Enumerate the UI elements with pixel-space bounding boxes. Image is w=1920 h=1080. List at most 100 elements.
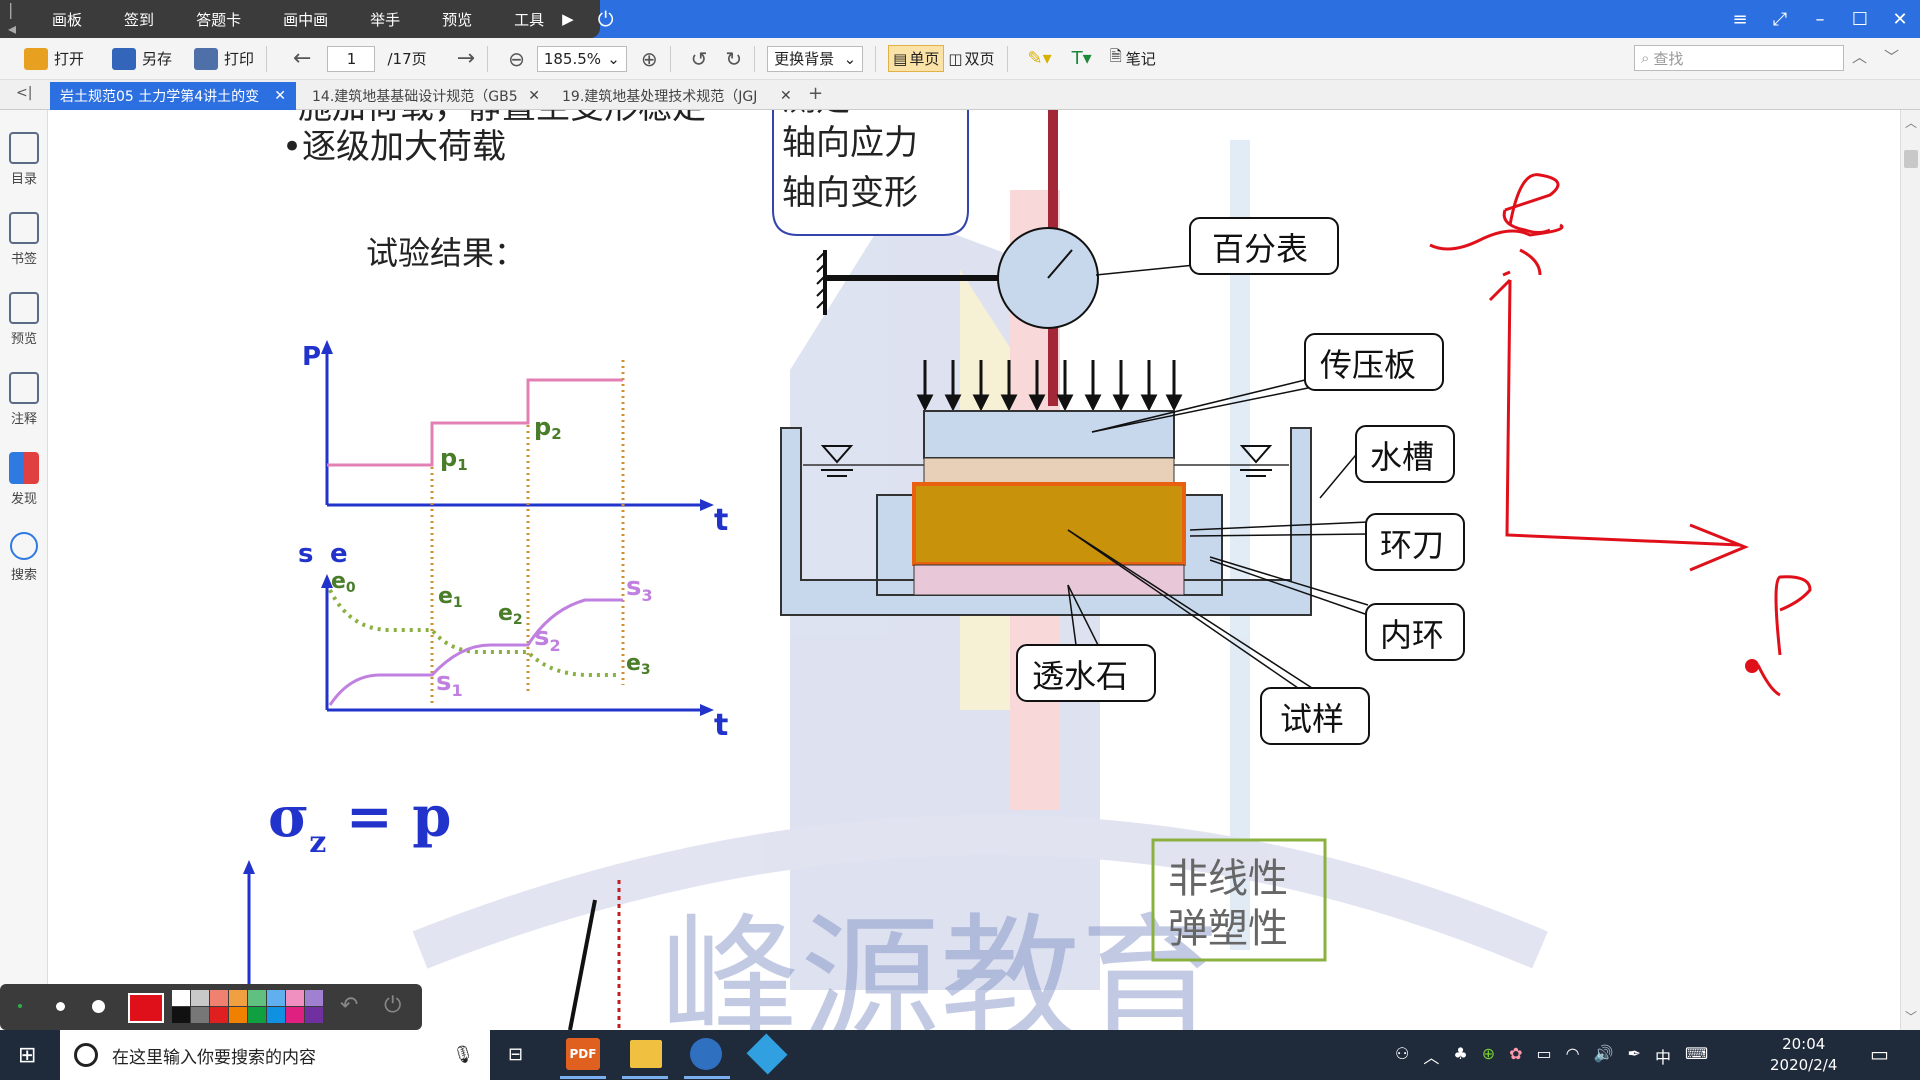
vertical-scrollbar[interactable]: ︿ ﹀ bbox=[1900, 110, 1920, 1030]
sidebar-item-toc[interactable]: 目录 bbox=[0, 132, 48, 187]
pdf-app-icon[interactable]: PDF bbox=[566, 1038, 600, 1070]
search-input[interactable]: ⌕ 查找 bbox=[1634, 45, 1844, 71]
zoom-in-icon[interactable]: ⊕ bbox=[641, 47, 658, 71]
fullscreen-icon[interactable]: ⤢ bbox=[1760, 9, 1800, 30]
pen-size-medium[interactable] bbox=[56, 1002, 65, 1011]
tray-flower-icon[interactable]: ✿ bbox=[1509, 1044, 1522, 1068]
tab-treatment-code[interactable]: 19.建筑地基处理技术规范（JGJ ✕ bbox=[552, 82, 802, 110]
minimize-button[interactable]: – bbox=[1800, 9, 1840, 30]
play-icon[interactable]: ▶ bbox=[562, 10, 574, 28]
search-down-icon[interactable]: ﹀ bbox=[1884, 46, 1899, 67]
color-swatch[interactable] bbox=[286, 1007, 304, 1023]
sidebar-item-bookmarks[interactable]: 书签 bbox=[0, 212, 48, 267]
color-swatch[interactable] bbox=[210, 990, 228, 1006]
file-explorer-icon[interactable] bbox=[630, 1040, 662, 1068]
preview-icon bbox=[9, 292, 39, 324]
color-swatch[interactable] bbox=[172, 990, 190, 1006]
color-swatch[interactable] bbox=[248, 990, 266, 1006]
tab-soil-mechanics[interactable]: 岩土规范05 土力学第4讲土的变 ✕ bbox=[50, 82, 296, 110]
change-background-select[interactable]: 更换背景 ⌄ bbox=[767, 45, 864, 72]
search-up-icon[interactable]: ︿ bbox=[1852, 46, 1867, 67]
pen-icon[interactable]: ✒ bbox=[1628, 1044, 1641, 1068]
scroll-thumb[interactable] bbox=[1904, 150, 1918, 168]
tab-foundation-code[interactable]: 14.建筑地基基础设计规范（GB5 ✕ bbox=[302, 82, 550, 110]
menu-preview[interactable]: 预览 bbox=[442, 9, 472, 30]
ime-indicator[interactable]: 中 bbox=[1655, 1044, 1671, 1068]
undo-icon[interactable]: ↶ bbox=[340, 993, 358, 1018]
color-swatch[interactable] bbox=[191, 990, 209, 1006]
highlighter-icon[interactable]: ✎▾ bbox=[1028, 48, 1052, 69]
next-page-icon[interactable]: → bbox=[457, 46, 475, 71]
color-swatch[interactable] bbox=[305, 1007, 323, 1023]
maximize-button[interactable]: ☐ bbox=[1840, 9, 1880, 30]
new-tab-icon[interactable]: + bbox=[808, 83, 823, 104]
pen-size-small[interactable] bbox=[18, 1004, 22, 1008]
color-swatch[interactable] bbox=[210, 1007, 228, 1023]
notes-button[interactable]: 🗎 笔记 bbox=[1110, 46, 1156, 71]
battery-icon[interactable]: ▭ bbox=[1537, 1044, 1552, 1068]
clock[interactable]: 20:04 2020/2/4 bbox=[1770, 1034, 1837, 1076]
close-tab-icon[interactable]: ✕ bbox=[780, 88, 792, 104]
open-button[interactable]: 打开 bbox=[24, 47, 84, 70]
tray-plus-icon[interactable]: ⊕ bbox=[1482, 1044, 1495, 1068]
tray-app-icon[interactable]: ♣ bbox=[1453, 1044, 1467, 1068]
save-as-button[interactable]: 另存 bbox=[112, 47, 172, 70]
text-color-icon[interactable]: T▾ bbox=[1072, 48, 1092, 69]
notification-icon[interactable]: ▭ bbox=[1870, 1042, 1889, 1066]
prev-page-icon[interactable]: ← bbox=[293, 46, 311, 71]
app-icon[interactable] bbox=[690, 1038, 722, 1070]
wifi-icon[interactable]: ◠ bbox=[1566, 1044, 1580, 1068]
color-swatch[interactable] bbox=[267, 990, 285, 1006]
zoom-select[interactable]: 185.5% ⌄ bbox=[536, 45, 627, 72]
pen-toolbar: ↶ ⏻ bbox=[0, 984, 422, 1030]
microphone-icon[interactable]: 🎙 bbox=[452, 1045, 474, 1065]
collapse-icon[interactable]: |◂ bbox=[8, 0, 16, 38]
color-swatch[interactable] bbox=[229, 990, 247, 1006]
color-swatch[interactable] bbox=[191, 1007, 209, 1023]
menu-checkin[interactable]: 签到 bbox=[124, 9, 154, 30]
save-icon bbox=[112, 47, 137, 70]
close-tab-icon[interactable]: ✕ bbox=[274, 88, 286, 104]
close-button[interactable]: ✕ bbox=[1880, 9, 1920, 30]
menu-icon[interactable]: ≡ bbox=[1720, 9, 1760, 30]
people-icon[interactable]: ⚇ bbox=[1395, 1044, 1409, 1068]
zoom-out-icon[interactable]: ⊖ bbox=[508, 47, 525, 71]
page-input[interactable]: 1 bbox=[327, 45, 376, 72]
sidebar-item-search[interactable]: 搜索 bbox=[0, 532, 48, 583]
print-button[interactable]: 打印 bbox=[194, 47, 254, 70]
sidebar-item-preview[interactable]: 预览 bbox=[0, 292, 48, 347]
bookmark-icon bbox=[9, 212, 39, 244]
menu-picture-in-picture[interactable]: 画中画 bbox=[283, 9, 328, 30]
color-swatch[interactable] bbox=[248, 1007, 266, 1023]
current-color-swatch[interactable] bbox=[128, 993, 164, 1023]
single-page-button[interactable]: ▤ 单页 bbox=[888, 45, 945, 72]
double-page-button[interactable]: ◫ 双页 bbox=[948, 48, 994, 69]
windows-start-icon[interactable]: ⊞ bbox=[18, 1043, 36, 1068]
scroll-down-icon[interactable]: ﹀ bbox=[1905, 1008, 1917, 1025]
close-tab-icon[interactable]: ✕ bbox=[528, 88, 540, 104]
power-icon[interactable]: ⏻ bbox=[384, 993, 401, 1018]
menu-answer-card[interactable]: 答题卡 bbox=[196, 9, 241, 30]
color-swatch[interactable] bbox=[229, 1007, 247, 1023]
menu-drawboard[interactable]: 画板 bbox=[52, 9, 82, 30]
sidebar-item-annotations[interactable]: 注释 bbox=[0, 372, 48, 427]
tray-expand-icon[interactable]: ︿ bbox=[1423, 1044, 1439, 1068]
pen-size-large[interactable] bbox=[92, 1000, 105, 1013]
power-icon[interactable]: ⏻ bbox=[598, 7, 614, 31]
task-view-icon[interactable]: ⊟ bbox=[508, 1044, 523, 1065]
color-swatch[interactable] bbox=[172, 1007, 190, 1023]
volume-icon[interactable]: 🔊 bbox=[1594, 1044, 1614, 1068]
keyboard-layout-icon[interactable]: ⌨ bbox=[1685, 1044, 1708, 1068]
rotate-right-icon[interactable]: ↻ bbox=[725, 47, 742, 71]
rotate-left-icon[interactable]: ↺ bbox=[691, 47, 708, 71]
collapse-sidebar-icon[interactable]: <| bbox=[16, 85, 32, 101]
menu-tools[interactable]: 工具 bbox=[514, 9, 544, 30]
color-swatch[interactable] bbox=[305, 990, 323, 1006]
scroll-up-icon[interactable]: ︿ bbox=[1905, 114, 1917, 131]
color-swatch[interactable] bbox=[286, 990, 304, 1006]
video-app-icon[interactable] bbox=[746, 1033, 788, 1075]
sidebar-item-discover[interactable]: 发现 bbox=[0, 452, 48, 507]
menu-raise-hand[interactable]: 举手 bbox=[370, 9, 400, 30]
color-swatch[interactable] bbox=[267, 1007, 285, 1023]
taskbar-search[interactable]: 在这里输入你要搜索的内容 🎙 bbox=[60, 1030, 490, 1080]
